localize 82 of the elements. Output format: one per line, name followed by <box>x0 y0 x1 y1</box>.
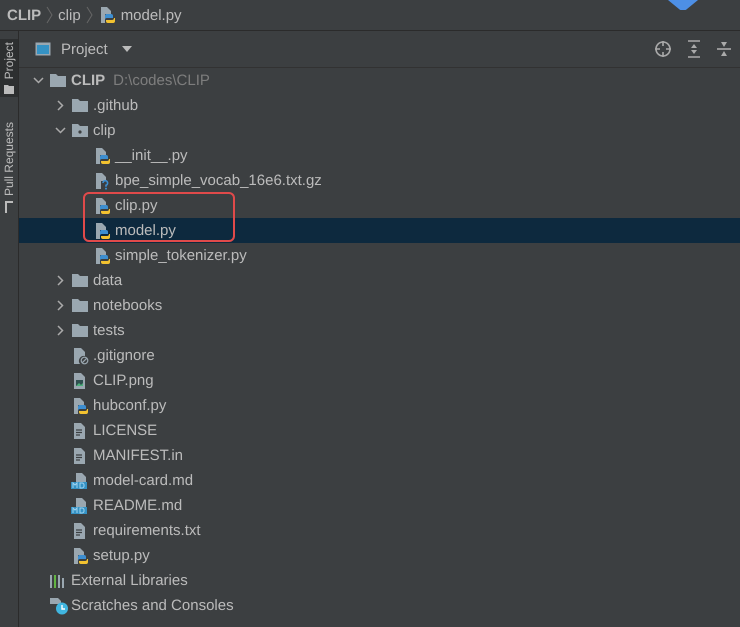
item-label: .github <box>93 97 138 114</box>
scratches-icon <box>49 596 69 614</box>
item-label: setup.py <box>93 547 150 564</box>
unknown-file-icon <box>93 172 111 190</box>
diamond-icon <box>668 0 698 10</box>
folder-icon <box>4 84 14 94</box>
expand-all-icon[interactable] <box>686 40 702 58</box>
folder-icon <box>71 98 89 113</box>
chevron-icon <box>46 6 54 24</box>
item-label: CLIP.png <box>93 372 154 389</box>
item-label: LICENSE <box>93 422 158 439</box>
window-icon <box>35 42 51 56</box>
python-file-icon <box>71 546 89 564</box>
tree-row[interactable]: clip.py <box>19 193 740 218</box>
caret-icon[interactable] <box>122 46 132 52</box>
tree-row[interactable]: README.md <box>19 493 740 518</box>
collapse-all-icon[interactable] <box>716 40 732 58</box>
item-label: MANIFEST.in <box>93 447 184 464</box>
folder-icon <box>71 123 89 138</box>
tree-row[interactable]: hubconf.py <box>19 393 740 418</box>
python-file-icon <box>93 196 111 214</box>
folder-icon <box>71 323 89 338</box>
python-file-icon <box>71 396 89 414</box>
breadcrumb-item[interactable]: CLIP <box>7 6 42 24</box>
side-tab[interactable]: Pull Requests <box>0 119 18 216</box>
tree-row[interactable]: Scratches and Consoles <box>19 593 740 618</box>
libraries-icon <box>49 572 67 588</box>
item-label: CLIP <box>71 72 106 89</box>
chevron-right-icon[interactable] <box>56 100 64 111</box>
python-file-icon <box>93 222 111 240</box>
item-label: data <box>93 272 122 289</box>
tree-row[interactable]: model-card.md <box>19 468 740 493</box>
chevron-right-icon[interactable] <box>56 275 64 286</box>
tree-row[interactable]: clip <box>19 118 740 143</box>
item-label: simple_tokenizer.py <box>115 247 247 264</box>
tree-row[interactable]: External Libraries <box>19 568 740 593</box>
item-label: External Libraries <box>71 572 188 589</box>
item-label: clip <box>93 122 116 139</box>
item-label: bpe_simple_vocab_16e6.txt.gz <box>115 172 322 189</box>
tree-row[interactable]: .gitignore <box>19 343 740 368</box>
item-label: tests <box>93 322 125 339</box>
tree-row[interactable]: bpe_simple_vocab_16e6.txt.gz <box>19 168 740 193</box>
item-label: notebooks <box>93 297 162 314</box>
item-label: Scratches and Consoles <box>71 597 234 614</box>
breadcrumb-item[interactable]: model.py <box>120 6 182 24</box>
tree-row[interactable]: simple_tokenizer.py <box>19 243 740 268</box>
breadcrumb-item[interactable]: clip <box>58 6 81 24</box>
tree-row[interactable]: requirements.txt <box>19 518 740 543</box>
tree-row[interactable]: LICENSE <box>19 418 740 443</box>
tree-row[interactable]: data <box>19 268 740 293</box>
chevron-icon <box>86 6 93 24</box>
locate-icon[interactable] <box>654 40 672 58</box>
item-label: requirements.txt <box>93 522 201 539</box>
item-path: D:\codes\CLIP <box>113 72 210 89</box>
chevron-down-icon[interactable] <box>54 127 66 134</box>
folder-icon <box>71 298 89 313</box>
panel-title[interactable]: Project <box>61 40 108 58</box>
tree-row[interactable]: CLIP.png <box>19 368 740 393</box>
item-label: README.md <box>93 497 182 514</box>
python-file-icon <box>93 246 111 264</box>
chevron-right-icon[interactable] <box>56 325 64 336</box>
item-label: clip.py <box>115 197 158 214</box>
python-file-icon <box>93 146 111 164</box>
item-label: hubconf.py <box>93 397 166 414</box>
folder-icon <box>49 73 67 88</box>
side-tab[interactable]: Project <box>0 39 18 98</box>
tree-row[interactable]: CLIP D:\codes\CLIP <box>19 68 740 93</box>
folder-icon <box>71 273 89 288</box>
chevron-right-icon[interactable] <box>56 300 64 311</box>
item-label: model.py <box>115 222 176 239</box>
tree-row[interactable]: __init__.py <box>19 143 740 168</box>
tree-row[interactable]: tests <box>19 318 740 343</box>
chevron-down-icon[interactable] <box>32 77 44 84</box>
tree-row[interactable]: setup.py <box>19 543 740 568</box>
ignored-file-icon <box>71 346 89 364</box>
item-label: __init__.py <box>115 147 188 164</box>
tree-row[interactable]: .github <box>19 93 740 118</box>
tree-row[interactable]: model.py <box>19 218 740 243</box>
item-label: .gitignore <box>93 347 155 364</box>
item-label: model-card.md <box>93 472 194 489</box>
tree-row[interactable]: MANIFEST.in <box>19 443 740 468</box>
tree-row[interactable]: notebooks <box>19 293 740 318</box>
